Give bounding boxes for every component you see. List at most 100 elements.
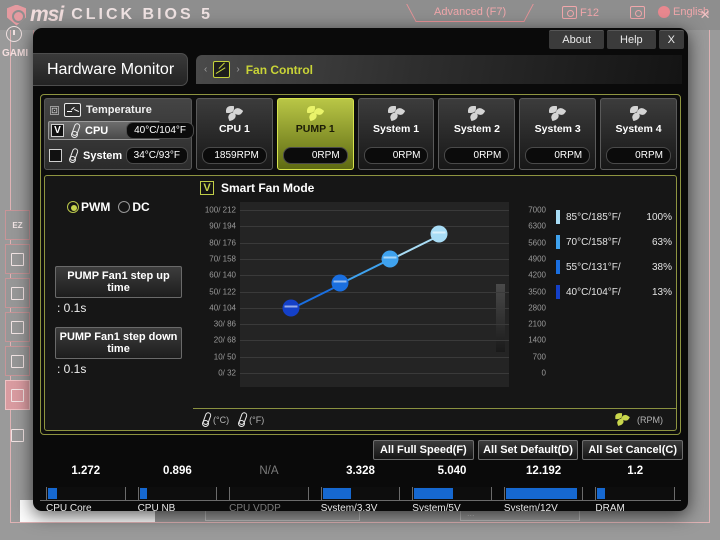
all-set-cancel-button[interactable]: All Set Cancel(C)	[582, 440, 684, 460]
all-set-default-button[interactable]: All Set Default(D)	[477, 440, 579, 460]
voltage-value-cell: 3.328	[315, 465, 407, 477]
fan-curve-point-3[interactable]	[381, 250, 399, 268]
fan-curve-point-1[interactable]	[282, 299, 300, 317]
system-checkbox[interactable]	[49, 149, 62, 162]
fan-tab-pump-1[interactable]: PUMP 1 0RPM	[276, 98, 354, 179]
chart-tick-left: 80/ 176	[209, 238, 236, 248]
legend-duty: 100%	[646, 211, 672, 223]
globe-icon	[658, 6, 670, 18]
chart-plot-area[interactable]	[240, 202, 509, 387]
fan-settings-column: PWM DC PUMP Fan1 step up time : 0.1s PUM…	[45, 176, 193, 430]
screenshot-button[interactable]: F12	[562, 6, 599, 19]
fan-tab-system-1[interactable]: System 1 0RPM	[357, 98, 435, 170]
product-name: CLICK BIOS 5	[71, 6, 213, 23]
chart-tick-left: 70/ 158	[209, 254, 236, 264]
chart-gridline	[240, 340, 509, 342]
temperature-row-system[interactable]: System 34°C/93°F	[49, 147, 191, 164]
fan-curve-point-2[interactable]	[331, 274, 349, 292]
chart-rpm-unit: (RPM)	[613, 412, 668, 427]
voltage-value-cell: 5.040	[406, 465, 498, 477]
hardware-monitor-window: About Help X Hardware Monitor ‹ › Fan Co…	[33, 28, 688, 511]
fan-tab-system-2[interactable]: System 2 0RPM	[438, 98, 516, 170]
step-up-time-button[interactable]: PUMP Fan1 step up time	[55, 266, 182, 298]
fan-icon	[614, 413, 630, 427]
fan-tab-rpm: 0RPM	[444, 147, 510, 164]
rpm-label: (RPM)	[637, 414, 663, 425]
rail-item-settings[interactable]	[5, 278, 30, 308]
breadcrumb: ‹ › Fan Control	[196, 55, 682, 84]
bios-close-button[interactable]: ×	[700, 5, 710, 25]
chart-axis-right: 7000 6300 5600 4900 4200 3500 2800 2100 1400 700 0	[509, 202, 551, 387]
fan-tab-rpm: 0RPM	[282, 147, 348, 164]
chart-tick-right: 4900	[528, 254, 546, 264]
window-titlebar: About Help X	[33, 28, 688, 53]
voltage-bar	[229, 487, 309, 500]
action-button-row: All Full Speed(F) All Set Default(D) All…	[373, 440, 684, 460]
fan-icon	[629, 106, 648, 122]
voltage-bar-fill	[414, 488, 454, 499]
help-button[interactable]: Help	[607, 30, 656, 49]
fan-curve-chart: 100/ 212 90/ 194 80/ 176 70/ 158 60/ 140 50/ …	[193, 202, 676, 387]
temperature-header-label: Temperature	[86, 104, 152, 116]
smart-fan-mode-checkbox[interactable]: V	[200, 181, 214, 195]
rail-item-ez[interactable]: EZ	[5, 210, 30, 240]
cpu-temp-value: 40°C/104°F	[126, 122, 194, 139]
voltage-value-cell: 1.272	[40, 465, 132, 477]
step-down-time-button[interactable]: PUMP Fan1 step down time	[55, 327, 182, 359]
chart-tick-left: 50/ 122	[209, 287, 236, 296]
cpu-checkbox[interactable]: V	[51, 124, 64, 137]
breadcrumb-prev-icon[interactable]: ‹	[204, 64, 207, 75]
fan-curve-point-4[interactable]	[430, 225, 448, 243]
fan-tab-label: System 3	[534, 123, 581, 135]
about-button[interactable]: About	[549, 30, 605, 49]
voltage-value-cell: 1.2	[589, 465, 681, 477]
rail-item-hardware-monitor[interactable]	[5, 380, 30, 410]
voltage-bar-fill	[597, 488, 606, 499]
chart-slider[interactable]	[496, 284, 505, 352]
rail-item-storage[interactable]	[5, 312, 30, 342]
chart-tick-right: 700	[532, 352, 546, 362]
fahrenheit-label: (°F)	[249, 414, 265, 425]
temperature-header: ⊡ Temperature	[45, 99, 191, 119]
temperature-panel: ⊡ Temperature V CPU 40°C/104°F System 34…	[44, 98, 194, 170]
chart-tick-left: 40/ 104	[209, 303, 236, 313]
fan-tab-cpu-1[interactable]: CPU 1 1859RPM	[196, 98, 273, 170]
fan-tab-system-3[interactable]: System 3 0RPM	[519, 98, 597, 170]
voltage-label: System/5V	[412, 503, 461, 511]
chart-tick-left: 30/ 86	[213, 319, 236, 329]
step-down-time-value: : 0.1s	[57, 362, 87, 376]
fan-tab-system-4[interactable]: System 4 0RPM	[600, 98, 677, 170]
thermometer-icon	[201, 412, 210, 427]
chart-tick-right: 0	[541, 368, 546, 378]
advanced-mode-button[interactable]: Advanced (F7)	[420, 3, 521, 22]
voltage-value: 1.272	[71, 465, 101, 477]
voltage-value: 0.896	[162, 465, 192, 477]
temperature-row-cpu[interactable]: V CPU 40°C/104°F	[48, 121, 194, 140]
rail-item-boot[interactable]	[5, 346, 30, 376]
voltage-panel: 1.272 CPU Core 0.896 CPU NB N/A CPU VDDP 3.328…	[40, 465, 681, 511]
fan-control-panel: PWM DC PUMP Fan1 step up time : 0.1s PUM…	[44, 175, 677, 431]
chart-tick-left: 10/ 50	[213, 352, 236, 362]
fan-tab-label: System 1	[373, 123, 420, 135]
voltage-baseline	[40, 500, 681, 501]
titlebar-buttons: About Help X	[549, 30, 684, 49]
chart-tick-right: 5600	[528, 238, 546, 248]
search-button[interactable]	[630, 6, 645, 19]
msi-shield-icon	[7, 4, 26, 26]
search-icon	[630, 6, 645, 19]
all-full-speed-button[interactable]: All Full Speed(F)	[373, 440, 474, 460]
content-area: ⊡ Temperature V CPU 40°C/104°F System 34…	[40, 94, 681, 435]
pwm-radio[interactable]	[67, 201, 79, 213]
rail-item-monitor[interactable]	[5, 244, 30, 274]
breadcrumb-next-icon[interactable]: ›	[236, 64, 239, 75]
tools-icon	[11, 428, 24, 442]
collapse-icon[interactable]: ⊡	[50, 105, 59, 115]
smart-fan-mode-row[interactable]: V Smart Fan Mode	[193, 176, 676, 195]
legend-temperature: 55°C/131°F/	[566, 261, 621, 273]
voltage-bar-fill	[322, 488, 351, 499]
dc-radio[interactable]	[118, 201, 131, 213]
chart-tick-right: 6300	[528, 221, 546, 231]
rail-item-extra[interactable]	[5, 420, 30, 450]
close-button[interactable]: X	[658, 30, 684, 49]
bios-left-rail: GAMI EZ	[0, 26, 34, 442]
